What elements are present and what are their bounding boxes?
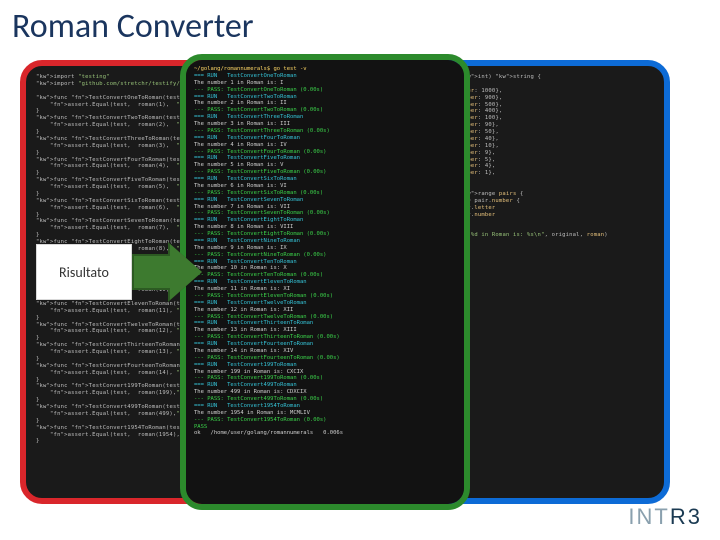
result-callout: Risultato: [36, 244, 202, 300]
arrow-right-icon: [132, 244, 202, 300]
slide-title: Roman Converter: [12, 6, 254, 47]
result-label: Risultato: [59, 264, 109, 281]
terminal-output: ~/golang/romannumerals$ go test -v === R…: [186, 60, 464, 504]
result-label-box: Risultato: [36, 244, 132, 300]
logo-left: INT: [628, 504, 669, 529]
panel-terminal: ~/golang/romannumerals$ go test -v === R…: [180, 54, 470, 510]
brand-logo: INTR3: [628, 504, 702, 530]
logo-right: R3: [670, 504, 702, 529]
